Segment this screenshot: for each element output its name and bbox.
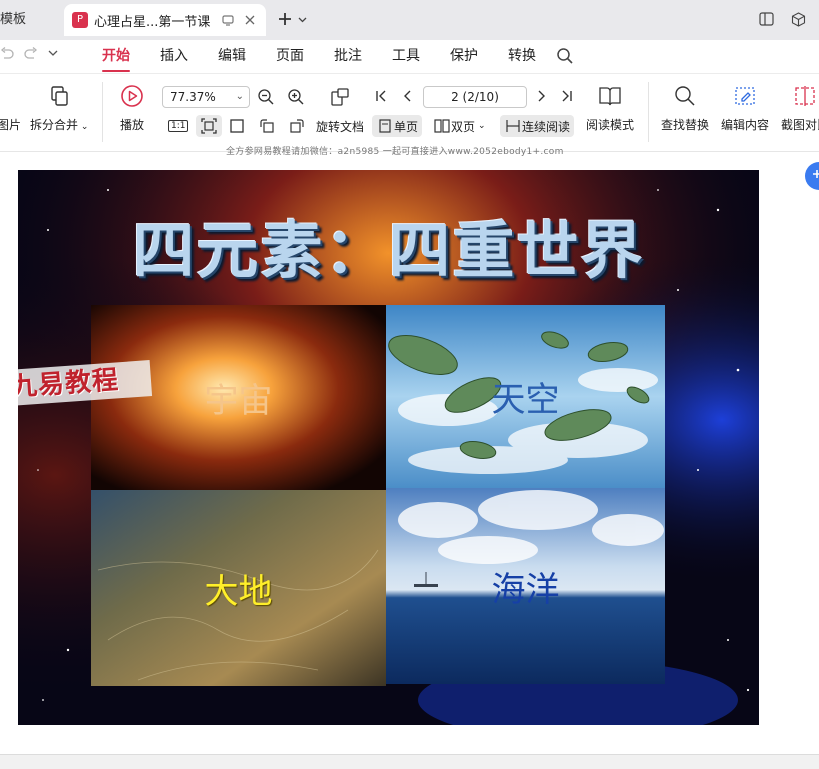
menu-protect[interactable]: 保护 bbox=[450, 40, 478, 74]
continuous-read-button[interactable]: 连续阅读 bbox=[500, 115, 575, 137]
tab-active-title: 心理占星...第一节课 bbox=[94, 14, 211, 30]
tab-close-icon[interactable] bbox=[242, 12, 258, 28]
quadrant-sky: 天空 bbox=[386, 305, 665, 488]
actual-size-button[interactable]: 1:1 bbox=[168, 115, 189, 137]
tab-previous-title: 模板 bbox=[0, 12, 27, 27]
redo-icon[interactable] bbox=[24, 46, 38, 64]
image-button[interactable]: 图片 bbox=[0, 82, 24, 133]
tab-bar: 模板 P 心理占星...第一节课 bbox=[0, 0, 819, 40]
read-mode-button[interactable]: 阅读模式 bbox=[586, 82, 634, 133]
edit-content-button[interactable]: 编辑内容 bbox=[721, 82, 769, 133]
slide-title: 四元素：四重世界 bbox=[132, 214, 645, 287]
find-replace-label: 查找替换 bbox=[661, 118, 710, 132]
fit-width-icon bbox=[228, 117, 246, 135]
rotate-right-button[interactable] bbox=[288, 115, 306, 137]
play-button[interactable]: 播放 bbox=[120, 82, 144, 133]
last-page-icon[interactable] bbox=[558, 88, 574, 104]
page-number-value: 2 (2/10) bbox=[451, 90, 499, 104]
zoom-select[interactable]: 77.37% ⌄ bbox=[162, 86, 250, 108]
double-page-icon bbox=[433, 117, 451, 135]
fit-width-button[interactable] bbox=[228, 115, 246, 137]
menu-insert[interactable]: 插入 bbox=[160, 40, 188, 74]
zoom-value: 77.37% bbox=[170, 90, 216, 104]
ribbon-toolbar: 图片 拆分合并 ⌄ 播放 77.37% ⌄ 2 (2/10) 阅读模式 查找替换… bbox=[0, 74, 819, 152]
zoom-out-icon[interactable] bbox=[257, 88, 275, 106]
screenshot-compare-icon bbox=[793, 82, 817, 110]
screenshot-compare-label: 截图对比 bbox=[781, 118, 819, 132]
play-label: 播放 bbox=[120, 118, 145, 132]
chevron-down-icon[interactable] bbox=[48, 46, 58, 64]
quadrant-cosmos-label: 宇宙 bbox=[204, 381, 273, 421]
next-page-icon[interactable] bbox=[533, 88, 549, 104]
menu-convert[interactable]: 转换 bbox=[508, 40, 536, 74]
rotate-left-button[interactable] bbox=[258, 115, 276, 137]
search-icon[interactable] bbox=[556, 47, 574, 69]
chevron-down-icon[interactable] bbox=[298, 15, 307, 26]
quadrant-sea: 海洋 bbox=[386, 488, 665, 684]
slide-page: 四元素：四重世界 宇宙 天空 大地 海洋 九易教程 bbox=[18, 170, 759, 725]
menu-edit[interactable]: 编辑 bbox=[218, 40, 246, 74]
continuous-read-icon bbox=[504, 117, 522, 135]
quadrant-sky-label: 天空 bbox=[491, 380, 560, 420]
status-strip bbox=[0, 754, 819, 769]
new-tab-button[interactable] bbox=[278, 8, 307, 32]
double-page-label: 双页 bbox=[451, 119, 476, 134]
cube-icon[interactable] bbox=[789, 10, 807, 28]
previous-page-icon[interactable] bbox=[400, 88, 416, 104]
continuous-read-label: 连续阅读 bbox=[522, 119, 571, 134]
rotate-document-icon[interactable] bbox=[329, 86, 351, 108]
page-number-input[interactable]: 2 (2/10) bbox=[423, 86, 527, 108]
screenshot-compare-button[interactable]: 截图对比 bbox=[781, 82, 819, 133]
read-mode-label: 阅读模式 bbox=[586, 118, 635, 132]
find-replace-button[interactable]: 查找替换 bbox=[661, 82, 709, 133]
single-page-label: 单页 bbox=[394, 119, 419, 134]
book-icon bbox=[598, 82, 622, 110]
tab-previous[interactable]: 模板 bbox=[0, 4, 60, 36]
fit-page-button[interactable] bbox=[196, 115, 222, 137]
actual-size-icon: 1:1 bbox=[168, 120, 189, 132]
play-icon bbox=[120, 82, 144, 110]
quadrant-sea-label: 海洋 bbox=[491, 569, 560, 610]
menu-start[interactable]: 开始 bbox=[102, 40, 130, 74]
chevron-down-icon: ⌄ bbox=[235, 91, 244, 102]
plus-icon bbox=[278, 10, 292, 31]
rotate-left-icon bbox=[258, 117, 276, 135]
find-icon bbox=[674, 82, 696, 110]
divider bbox=[102, 82, 103, 142]
wps-pdf-logo-icon: P bbox=[72, 12, 88, 28]
menu-bar: 开始 插入 编辑 页面 批注 工具 保护 转换 bbox=[0, 40, 819, 74]
split-merge-label: 拆分合并 bbox=[30, 118, 79, 132]
split-merge-button[interactable]: 拆分合并 ⌄ bbox=[30, 82, 88, 133]
single-page-icon bbox=[376, 117, 394, 135]
edit-content-icon bbox=[733, 82, 757, 110]
rotate-document-button[interactable]: 旋转文档 bbox=[316, 115, 364, 137]
quadrant-earth-label: 大地 bbox=[204, 571, 273, 612]
sidebar-toggle-icon[interactable] bbox=[757, 10, 775, 28]
split-merge-icon bbox=[48, 82, 70, 110]
tab-monitor-icon[interactable] bbox=[220, 12, 236, 28]
document-viewport[interactable]: 全方参网易教程请加微信：a2n5985 一起可直接进入www.2052ebody… bbox=[0, 147, 819, 754]
rotate-document-label: 旋转文档 bbox=[316, 119, 365, 134]
menu-annotate[interactable]: 批注 bbox=[334, 40, 362, 74]
edit-content-label: 编辑内容 bbox=[721, 118, 770, 132]
tab-active[interactable]: P 心理占星...第一节课 bbox=[64, 4, 266, 36]
single-page-button[interactable]: 单页 bbox=[372, 115, 423, 137]
fit-page-icon bbox=[200, 117, 218, 135]
zoom-in-icon[interactable] bbox=[287, 88, 305, 106]
first-page-icon[interactable] bbox=[374, 88, 390, 104]
menu-page[interactable]: 页面 bbox=[276, 40, 304, 74]
page-header-text: 全方参网易教程请加微信：a2n5985 一起可直接进入www.2052ebody… bbox=[226, 147, 564, 157]
divider bbox=[648, 82, 649, 142]
quadrant-cosmos: 宇宙 bbox=[91, 305, 386, 490]
quadrant-earth: 大地 bbox=[91, 490, 386, 686]
undo-icon[interactable] bbox=[0, 46, 14, 64]
menu-tools[interactable]: 工具 bbox=[392, 40, 420, 74]
rotate-right-icon bbox=[288, 117, 306, 135]
image-label: 图片 bbox=[0, 118, 21, 132]
double-page-button[interactable]: 双页 ⌄ bbox=[433, 115, 486, 137]
